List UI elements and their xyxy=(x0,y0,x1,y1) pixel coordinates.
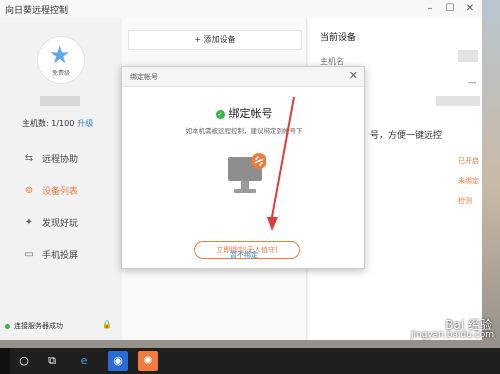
dialog-heading: ✓ 绑定帐号 xyxy=(122,105,366,121)
lock-icon[interactable]: 🔒 xyxy=(102,320,112,329)
app-title: 向日葵远程控制 xyxy=(5,6,69,16)
status-dot-icon xyxy=(5,323,10,329)
monitor-link-icon xyxy=(228,153,266,193)
status-unbound[interactable]: 未绑定 xyxy=(458,176,479,186)
heading-text: 绑定帐号 xyxy=(228,107,273,120)
show-desktop-area[interactable] xyxy=(0,348,10,374)
host-count: 主机数: 1/100 升级 xyxy=(22,118,93,129)
watermark-site: jingyan.baidu.com xyxy=(410,330,494,340)
blurred-value xyxy=(436,96,480,106)
dialog-description: 如本机需被远程控制，建议绑定到帐号下 xyxy=(185,127,303,135)
status-text: 连接服务器成功 xyxy=(14,322,63,330)
sidebar-item-label: 远程协助 xyxy=(42,154,79,165)
bind-account-dialog: 绑定帐号 ✕ ✓ 绑定帐号 如本机需被远程控制，建议绑定到帐号下 立即绑定(无人值… xyxy=(121,66,365,269)
check-icon: ✓ xyxy=(215,110,225,119)
plan-label: 免费级 xyxy=(51,70,70,77)
sidebar-item-device-list[interactable]: ⊚ 设备列表 xyxy=(22,181,78,199)
promo-text: 号，方便一键远控 xyxy=(370,131,443,141)
phone-cast-icon: ▭ xyxy=(24,248,34,260)
sidebar-item-discover[interactable]: ✦ 发现好玩 xyxy=(22,213,78,231)
status-enabled: 已开启 xyxy=(458,157,479,165)
avatar[interactable]: ★ 免费级 xyxy=(37,36,85,84)
sidebar-item-phone-cast[interactable]: ▭ 手机投屏 xyxy=(22,245,78,263)
close-button[interactable]: ✕ xyxy=(462,1,478,17)
baidu-netdisk-icon[interactable]: ◉ xyxy=(108,351,128,371)
dialog-close-button[interactable]: ✕ xyxy=(349,69,358,82)
dialog-title: 绑定帐号 xyxy=(130,73,158,81)
host-count-text: 主机数: 1/100 xyxy=(22,119,75,128)
minimize-button[interactable]: – xyxy=(422,1,438,17)
connection-status: 连接服务器成功 xyxy=(5,321,63,331)
star-icon: ★ xyxy=(49,41,71,69)
device-list-icon: ⊚ xyxy=(24,184,34,196)
title-bar: 向日葵远程控制 – ☐ ✕ xyxy=(0,0,482,18)
taskbar: ○ ⧉ e ◉ ✺ xyxy=(0,348,500,374)
upgrade-link[interactable]: 升级 xyxy=(77,119,93,128)
current-device-title: 当前设备 xyxy=(320,33,357,43)
sidebar-item-label: 发现好玩 xyxy=(42,218,79,229)
discover-icon: ✦ xyxy=(24,216,34,228)
skip-bind-link[interactable]: 暂不绑定 xyxy=(122,250,366,260)
status-detect[interactable]: 检测 xyxy=(458,196,472,206)
maximize-button[interactable]: ☐ xyxy=(442,1,458,17)
dashes-value: --- xyxy=(468,78,477,87)
sidebar-item-label: 手机投屏 xyxy=(42,250,79,261)
blurred-hostname xyxy=(458,50,478,62)
sidebar-item-remote-assist[interactable]: ⇆ 远程协助 xyxy=(22,149,78,167)
sidebar: ★ 免费级 主机数: 1/100 升级 ⇆ 远程协助 ⊚ 设备列表 ✦ 发现好玩 … xyxy=(0,18,122,340)
edge-icon[interactable]: e xyxy=(74,351,94,371)
sidebar-item-label: 设备列表 xyxy=(42,186,79,197)
dialog-header: 绑定帐号 ✕ xyxy=(122,67,364,87)
blurred-username xyxy=(40,96,80,106)
remote-assist-icon: ⇆ xyxy=(24,152,34,164)
sunlogin-icon[interactable]: ✺ xyxy=(138,351,158,371)
cortana-icon[interactable]: ○ xyxy=(14,351,34,371)
add-device-button[interactable]: + 添加设备 xyxy=(128,30,302,50)
task-view-icon[interactable]: ⧉ xyxy=(42,351,62,371)
